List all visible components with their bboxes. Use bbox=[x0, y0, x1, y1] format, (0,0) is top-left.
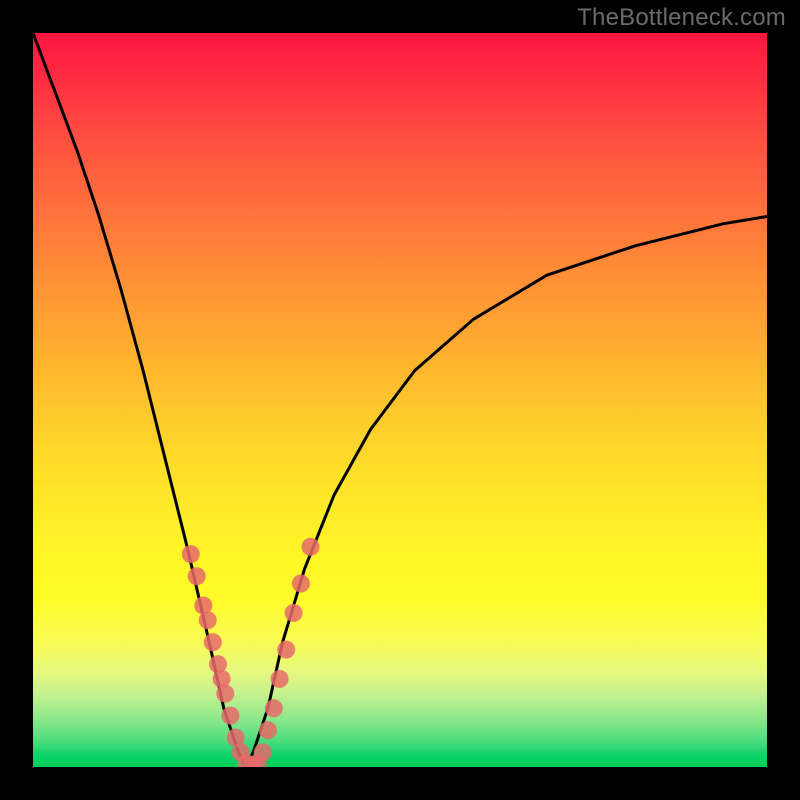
data-point bbox=[302, 538, 320, 556]
data-point bbox=[285, 604, 303, 622]
data-point bbox=[221, 707, 239, 725]
bottleneck-curve-path bbox=[33, 33, 767, 767]
data-point bbox=[254, 743, 272, 761]
data-point bbox=[188, 567, 206, 585]
data-point bbox=[182, 545, 200, 563]
plot-area bbox=[33, 33, 767, 767]
chart-frame: TheBottleneck.com bbox=[0, 0, 800, 800]
data-point bbox=[259, 721, 277, 739]
data-point bbox=[216, 685, 234, 703]
data-point bbox=[204, 633, 222, 651]
watermark-text: TheBottleneck.com bbox=[577, 4, 786, 32]
data-point bbox=[199, 611, 217, 629]
data-point bbox=[277, 641, 295, 659]
data-points bbox=[182, 538, 320, 767]
bottleneck-curve bbox=[33, 33, 767, 767]
chart-svg bbox=[33, 33, 767, 767]
data-point bbox=[271, 670, 289, 688]
data-point bbox=[292, 575, 310, 593]
data-point bbox=[265, 699, 283, 717]
